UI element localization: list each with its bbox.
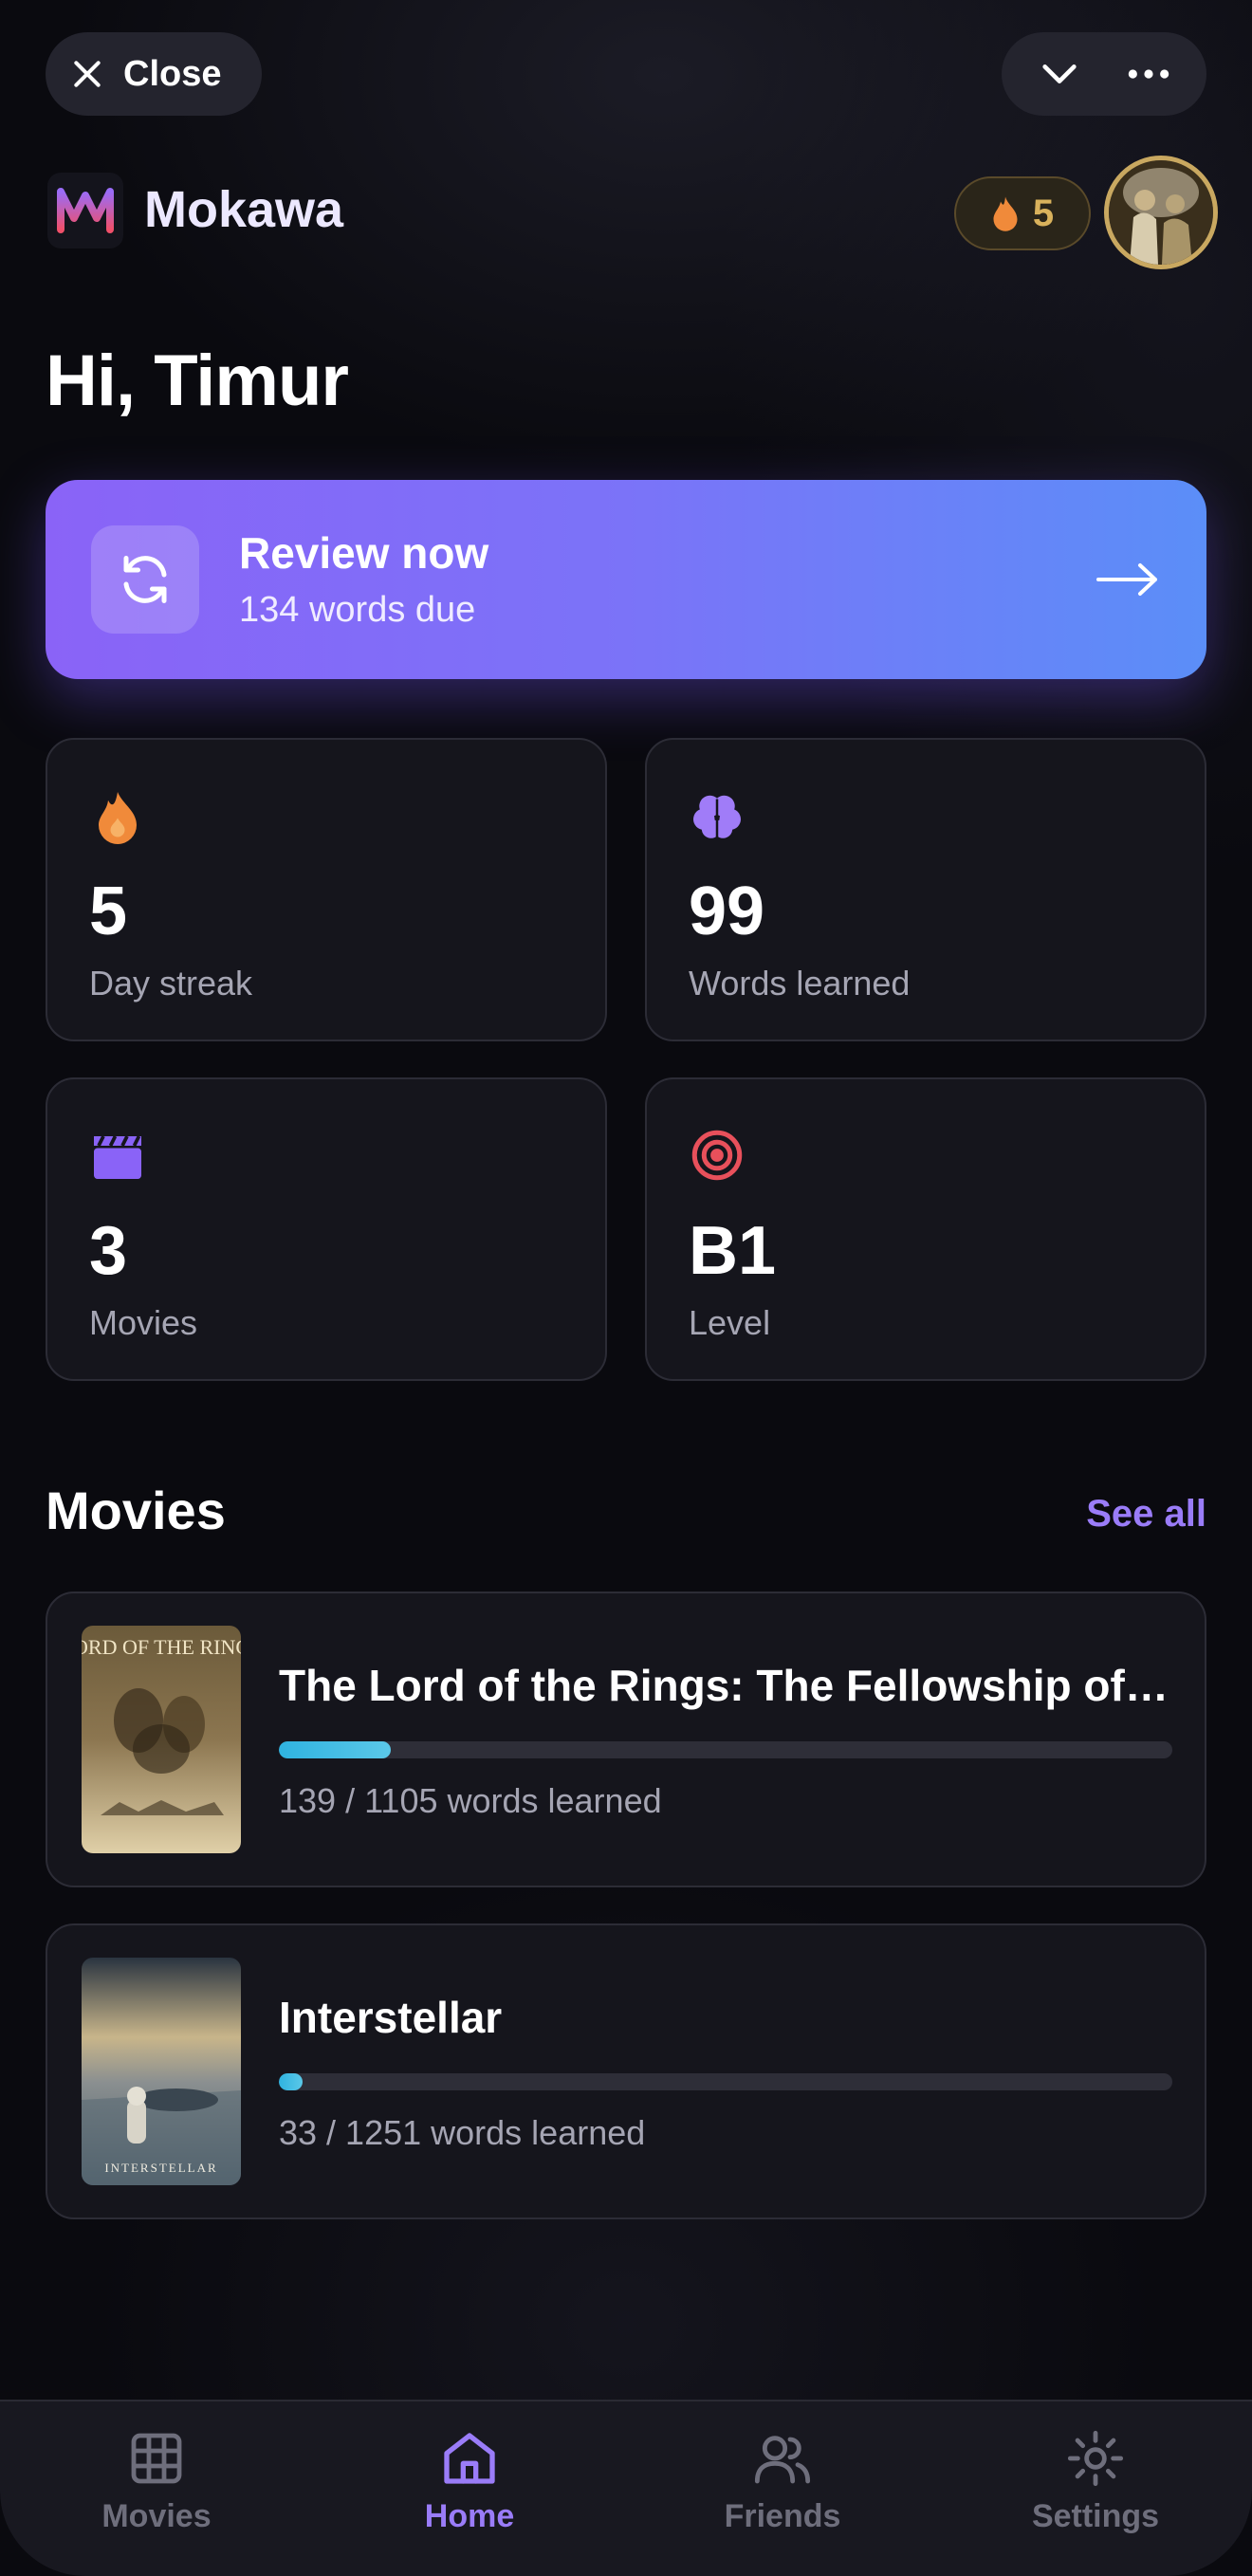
- movie-card[interactable]: INTERSTELLAR Interstellar 33 / 1251 word…: [46, 1923, 1206, 2219]
- movies-section-title: Movies: [46, 1481, 226, 1540]
- movie-progress-text: 139 / 1105 words learned: [279, 1781, 662, 1820]
- review-title: Review now: [239, 528, 489, 578]
- stat-value: B1: [689, 1213, 777, 1289]
- clapperboard-icon: [94, 1135, 141, 1179]
- movie-card[interactable]: LORD OF THE RINGS The Lord of the Rings:…: [46, 1592, 1206, 1887]
- nav-label: Friends: [724, 2498, 841, 2534]
- movie-progress-text: 33 / 1251 words learned: [279, 2113, 646, 2152]
- mokawa-logo-icon: [57, 188, 114, 233]
- stat-label: Day streak: [89, 964, 253, 1003]
- nav-item-friends[interactable]: Friends: [626, 2428, 939, 2535]
- movie-poster: LORD OF THE RINGS: [82, 1626, 241, 1853]
- stat-value: 5: [89, 874, 128, 949]
- streak-count: 5: [1032, 192, 1055, 234]
- x-icon: [74, 61, 101, 87]
- users-icon: [754, 2436, 811, 2484]
- stat-label: Words learned: [689, 964, 911, 1003]
- review-subtitle: 134 words due: [239, 590, 476, 630]
- poster-title: LORD OF THE RINGS: [82, 1635, 241, 1659]
- movie-progress-fill: [279, 2073, 303, 2090]
- review-now-card[interactable]: Review now 134 words due: [46, 480, 1206, 679]
- movie-progress-fill: [279, 1741, 392, 1758]
- flame-icon: [993, 196, 1018, 231]
- stat-card-movies: 3 Movies: [46, 1077, 607, 1381]
- stat-card-level: B1 Level: [645, 1077, 1206, 1381]
- movie-title: The Lord of the Rings: The Fellowship of…: [279, 1661, 1170, 1710]
- greeting: Hi, Timur: [46, 340, 349, 421]
- avatar-image: [1109, 160, 1213, 265]
- nav-item-movies[interactable]: Movies: [0, 2428, 313, 2535]
- stat-card-words-learned: 99 Words learned: [645, 738, 1206, 1041]
- window-controls: [1002, 32, 1206, 116]
- more-horizontal-icon: [1128, 69, 1169, 79]
- streak-badge[interactable]: 5: [954, 176, 1091, 250]
- stat-label: Movies: [89, 1303, 198, 1342]
- app-logo: [47, 173, 123, 248]
- movie-poster: INTERSTELLAR: [82, 1958, 241, 2185]
- grid-icon: [131, 2433, 182, 2484]
- movie-progress-bar: [279, 1741, 1172, 1758]
- more-button[interactable]: [1115, 41, 1182, 107]
- stat-value: 3: [89, 1213, 128, 1289]
- app-name: Mokawa: [144, 181, 344, 238]
- refresh-icon: [123, 556, 167, 603]
- chevron-down-icon: [1042, 64, 1077, 83]
- stat-label: Level: [689, 1303, 771, 1342]
- target-icon: [691, 1130, 743, 1181]
- nav-label: Settings: [1031, 2498, 1160, 2534]
- poster-title: INTERSTELLAR: [104, 2161, 217, 2175]
- nav-item-home[interactable]: Home: [313, 2428, 626, 2535]
- bottom-nav: Movies Home Friends Settings: [0, 2400, 1252, 2576]
- gear-icon: [1067, 2430, 1124, 2487]
- stat-card-day-streak: 5 Day streak: [46, 738, 607, 1041]
- home-icon: [444, 2433, 495, 2484]
- stat-value: 99: [689, 874, 765, 949]
- see-all-link[interactable]: See all: [1086, 1493, 1206, 1536]
- movie-title: Interstellar: [279, 1993, 503, 2042]
- avatar[interactable]: [1104, 156, 1218, 269]
- nav-label: Movies: [101, 2498, 212, 2534]
- movie-progress-bar: [279, 2073, 1172, 2090]
- close-label: Close: [123, 53, 222, 94]
- arrow-right-icon: [1096, 563, 1157, 596]
- brain-icon: [693, 795, 741, 838]
- flame-icon: [99, 792, 137, 844]
- nav-label: Home: [424, 2498, 515, 2534]
- review-icon-tile: [91, 525, 199, 634]
- nav-item-settings[interactable]: Settings: [939, 2428, 1252, 2535]
- collapse-button[interactable]: [1026, 41, 1093, 107]
- close-button[interactable]: Close: [46, 32, 262, 116]
